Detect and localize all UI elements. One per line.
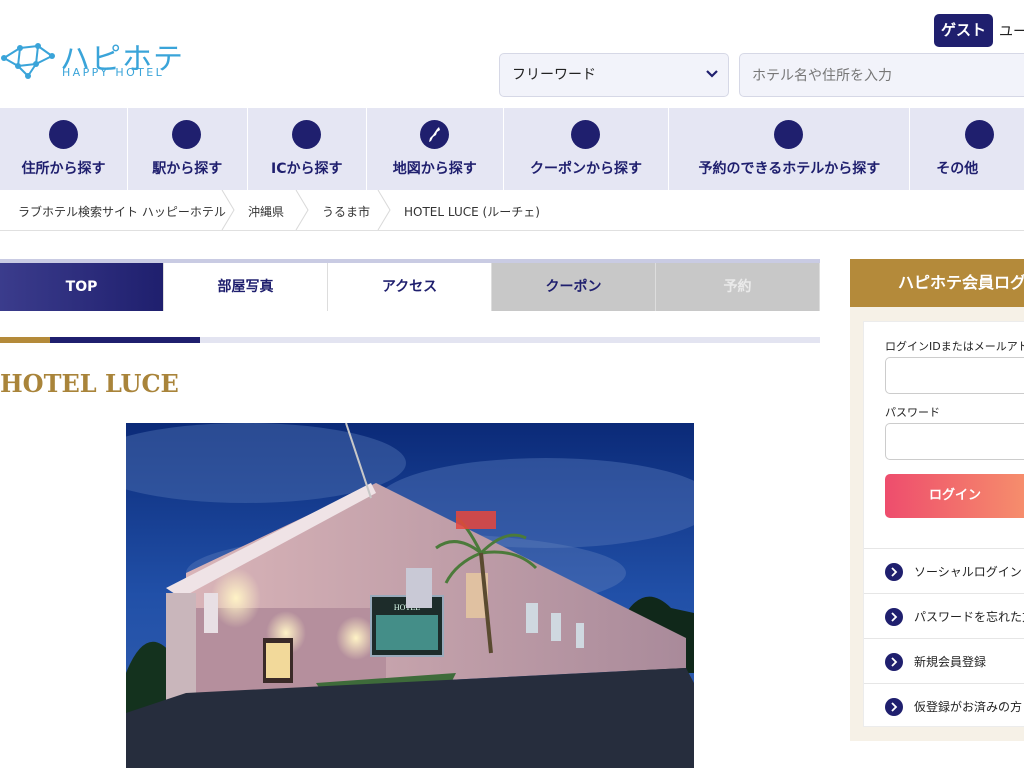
- login-panel: ハピホテ会員ログ ログインIDまたはメールアドレ パスワード ログイン ソーシャ…: [850, 259, 1024, 741]
- search-mode-value: フリーワード: [512, 67, 596, 83]
- tab-access[interactable]: アクセス: [328, 263, 492, 311]
- tab-progress-bar: [0, 337, 820, 343]
- nav-item-station[interactable]: 駅から探す: [128, 108, 248, 190]
- nav-label: 地図から探す: [392, 161, 477, 177]
- reserve-icon: [774, 120, 804, 149]
- chevron-right-icon: [885, 698, 903, 716]
- login-form: ログインIDまたはメールアドレ パスワード ログイン ソーシャルログイン パスワ…: [863, 321, 1024, 727]
- main-nav: 住所から探す 駅から探す ICから探す 地図から探す クーポンから探す 予約ので…: [0, 108, 1024, 190]
- site-header: ハピホテ HAPPY HOTEL ゲスト ユー フリーワード: [0, 0, 1024, 108]
- map-icon: [419, 120, 449, 149]
- breadcrumb-home[interactable]: ラブホテル検索サイト ハッピーホテル: [18, 203, 226, 220]
- station-icon: [172, 120, 202, 149]
- chevron-right-icon: [885, 608, 903, 626]
- nav-label: 駅から探す: [152, 161, 223, 177]
- nav-item-map[interactable]: 地図から探す: [367, 108, 504, 190]
- nav-item-reserve[interactable]: 予約のできるホテルから探す: [669, 108, 911, 190]
- search-input[interactable]: [739, 53, 1024, 97]
- chevron-right-icon: [885, 563, 903, 581]
- nav-item-more[interactable]: その他: [910, 108, 1024, 190]
- breadcrumb-current: HOTEL LUCE (ルーチェ): [404, 205, 540, 219]
- nav-label: クーポンから探す: [529, 161, 642, 177]
- tab-coupon[interactable]: クーポン: [492, 263, 656, 311]
- nav-label: その他: [936, 161, 979, 177]
- provisional-registration-link[interactable]: 仮登録がお済みの方: [864, 683, 1024, 728]
- nav-item-coupon[interactable]: クーポンから探す: [504, 108, 670, 190]
- forgot-password-link[interactable]: パスワードを忘れた方: [864, 593, 1024, 638]
- hotel-tabs: TOP 部屋写真 アクセス クーポン 予約: [0, 259, 820, 311]
- highway-icon: [291, 120, 321, 149]
- breadcrumb-separator-icon: [295, 190, 309, 230]
- login-id-field[interactable]: [885, 357, 1024, 394]
- guest-button[interactable]: ゲスト: [934, 14, 993, 47]
- social-login-link[interactable]: ソーシャルログイン: [864, 548, 1024, 593]
- tab-reserve: 予約: [656, 263, 820, 311]
- nav-item-area[interactable]: 住所から探す: [0, 108, 129, 190]
- nav-label: ICから探す: [271, 161, 343, 177]
- link-label: 新規会員登録: [914, 655, 987, 669]
- user-link[interactable]: ユー: [999, 21, 1024, 41]
- link-label: パスワードを忘れた方: [914, 610, 1024, 624]
- login-id-label: ログインIDまたはメールアドレ: [885, 340, 1024, 353]
- tab-top[interactable]: TOP: [0, 263, 164, 311]
- password-field[interactable]: [885, 423, 1024, 460]
- progress-active: [50, 337, 200, 343]
- chevron-down-icon: [706, 54, 718, 113]
- logo-subtext: HAPPY HOTEL: [62, 66, 165, 79]
- nav-label: 住所から探す: [21, 161, 106, 177]
- area-icon: [48, 120, 78, 149]
- tab-rooms[interactable]: 部屋写真: [164, 263, 328, 311]
- breadcrumb-city[interactable]: うるま市: [322, 203, 370, 220]
- more-icon: [965, 120, 995, 149]
- login-button[interactable]: ログイン: [885, 474, 1024, 518]
- breadcrumb-prefecture[interactable]: 沖縄県: [248, 203, 284, 220]
- login-panel-title: ハピホテ会員ログ: [850, 259, 1024, 307]
- breadcrumb-separator-icon: [377, 190, 391, 230]
- search-mode-select[interactable]: フリーワード: [499, 53, 729, 97]
- password-label: パスワード: [885, 406, 940, 419]
- nav-label: 予約のできるホテルから探す: [698, 161, 881, 177]
- chevron-right-icon: [885, 653, 903, 671]
- progress-accent: [0, 337, 50, 343]
- nav-item-ic[interactable]: ICから探す: [248, 108, 367, 190]
- register-link[interactable]: 新規会員登録: [864, 638, 1024, 683]
- link-label: ソーシャルログイン: [914, 565, 1022, 579]
- hotel-photo: HOTEL: [126, 423, 694, 768]
- link-label: 仮登録がお済みの方: [914, 700, 1023, 714]
- page-title: HOTEL LUCE: [0, 369, 179, 398]
- breadcrumb: ラブホテル検索サイト ハッピーホテル 沖縄県 うるま市 HOTEL LUCE (…: [0, 190, 1024, 231]
- network-logo-icon: [1, 43, 55, 79]
- breadcrumb-separator-icon: [221, 190, 235, 230]
- coupon-icon: [570, 120, 600, 149]
